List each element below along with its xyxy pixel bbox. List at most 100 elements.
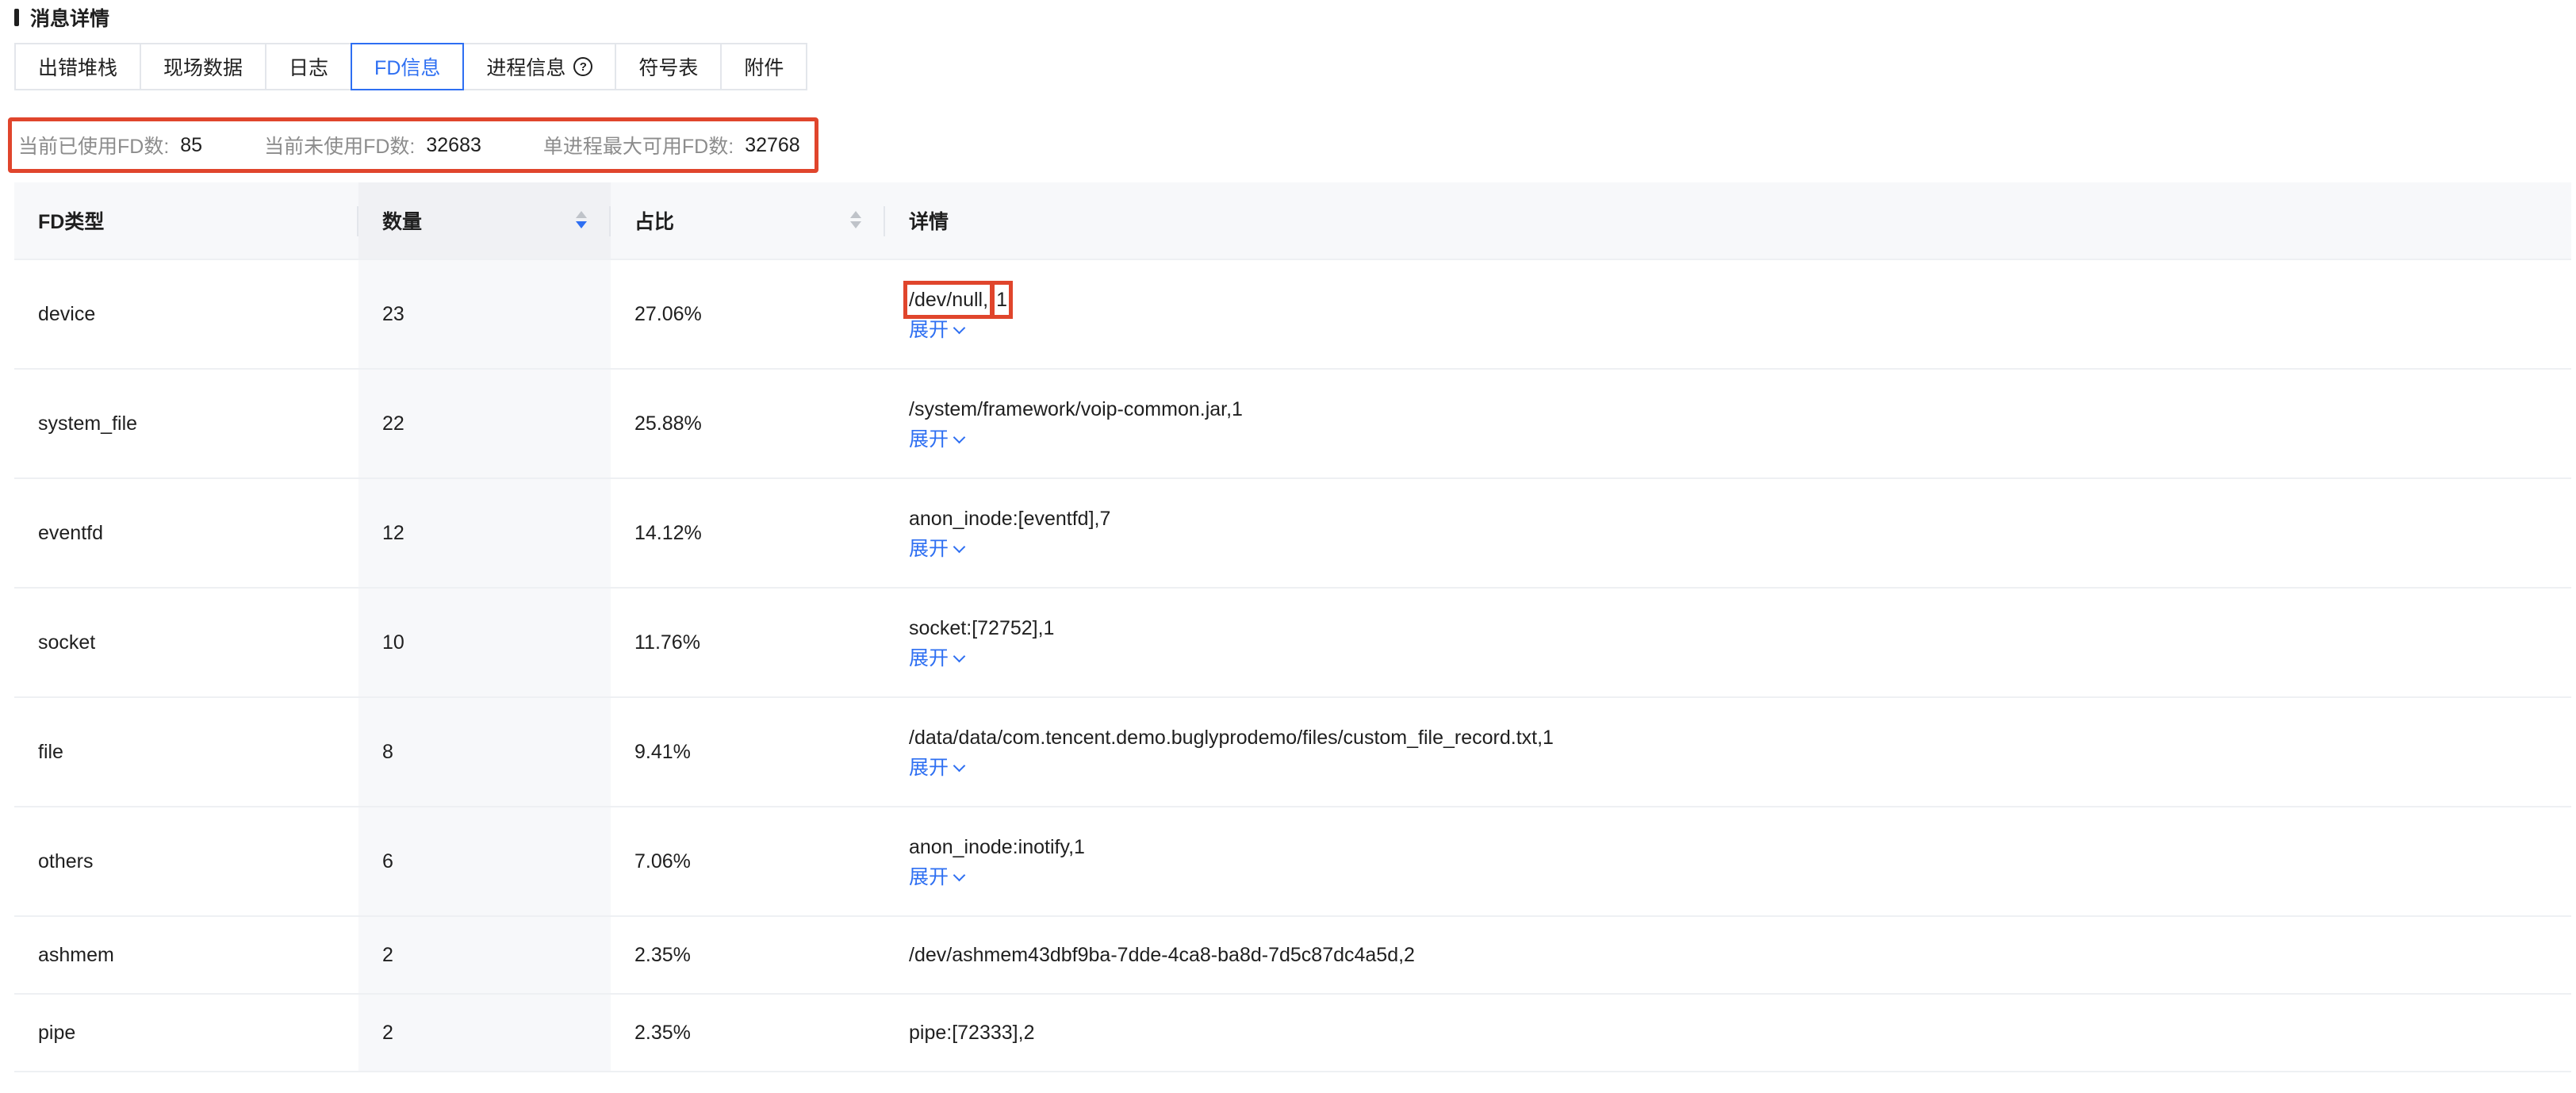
expand-label: 展开 [909,319,949,341]
sort-ascending-icon [850,211,861,218]
tab-log[interactable]: 日志 [265,43,353,90]
tab-label: 日志 [289,57,329,79]
fd-stats-summary: 当前已使用FD数: 85 当前未使用FD数: 32683 单进程最大可用FD数:… [8,117,818,173]
fd-used-value: 85 [180,133,203,156]
tab-label: 附件 [744,57,784,79]
fd-unused-label: 当前未使用FD数: [264,136,416,158]
detail-text: socket:[72752],1 [909,617,1055,639]
cell-ratio: 2.35% [634,943,691,966]
expand-label: 展开 [909,866,949,888]
sort-ascending-icon [576,211,587,218]
expand-link[interactable]: 展开 [909,537,966,561]
header-ratio[interactable]: 占比 [611,182,885,259]
detail-text: anon_inode:[eventfd],7 [909,508,1111,530]
detail-count-highlight: 1 [991,281,1013,319]
fd-used-stat: 当前已使用FD数: 85 [18,131,202,159]
tab-scene-data[interactable]: 现场数据 [140,43,267,90]
expand-link[interactable]: 展开 [909,428,966,451]
tab-error-stack[interactable]: 出错堆栈 [14,43,142,90]
expand-link[interactable]: 展开 [909,646,966,670]
chevron-down-icon [953,869,966,881]
cell-detail: /system/framework/voip-common.jar,1 展开 [885,370,2571,477]
fd-max-label: 单进程最大可用FD数: [542,136,734,158]
tab-label: 现场数据 [163,57,243,79]
cell-fd-type: others [38,849,94,872]
header-label: 占比 [634,211,675,233]
sort-icon[interactable] [576,211,587,228]
detail-path: /dev/null [909,289,983,311]
detail-text: pipe:[72333],2 [909,1022,1035,1044]
fd-used-label: 当前已使用FD数: [18,136,170,158]
cell-ratio: 25.88% [634,412,702,435]
section-title: 消息详情 [14,3,109,32]
highlight-gap [988,286,996,313]
header-label: 数量 [382,211,423,233]
table-row: pipe 2 2.35% pipe:[72333],2 [14,995,2571,1072]
cell-ratio: 2.35% [634,1021,691,1044]
table-row: eventfd 12 14.12% anon_inode:[eventfd],7… [14,479,2571,589]
expand-label: 展开 [909,757,949,779]
cell-ratio: 11.76% [634,631,700,654]
sort-icon[interactable] [850,211,861,228]
chevron-down-icon [953,321,966,334]
cell-ratio: 14.12% [634,521,702,544]
table-header-row: FD类型 数量 占比 详情 [14,182,2571,260]
cell-fd-type: ashmem [38,943,114,966]
fd-unused-value: 32683 [426,133,481,156]
cell-fd-type: device [38,302,96,325]
section-title-bar [14,9,19,26]
cell-detail: /dev/ashmem43dbf9ba-7dde-4ca8-ba8d-7d5c8… [885,917,2571,993]
cell-ratio: 7.06% [634,849,691,872]
cell-ratio: 9.41% [634,740,691,763]
cell-count: 22 [358,370,611,477]
cell-detail: anon_inode:[eventfd],7 展开 [885,479,2571,587]
expand-link[interactable]: 展开 [909,756,966,780]
expand-label: 展开 [909,538,949,560]
detail-path-highlight: /dev/null, [903,281,995,319]
header-label: 详情 [909,211,949,233]
cell-fd-type: socket [38,631,96,654]
header-count[interactable]: 数量 [358,182,611,259]
tab-label: FD信息 [374,57,441,79]
cell-count: 2 [358,995,611,1071]
cell-count: 8 [358,698,611,806]
cell-count: 12 [358,479,611,587]
fd-max-value: 32768 [745,133,800,156]
question-circle-icon[interactable]: ? [573,57,593,76]
detail-text: /dev/ashmem43dbf9ba-7dde-4ca8-ba8d-7d5c8… [909,944,1415,966]
cell-fd-type: eventfd [38,521,104,544]
expand-label: 展开 [909,647,949,669]
tab-label: 出错堆栈 [38,57,118,79]
table-body: device 23 27.06% /dev/null, 1 展开 system_f… [14,260,2571,1072]
tab-label: 符号表 [638,57,699,79]
tab-process-info[interactable]: 进程信息 ? [462,43,617,90]
chevron-down-icon [953,431,966,443]
chevron-down-icon [953,759,966,772]
tab-attachments[interactable]: 附件 [720,43,808,90]
tab-label: 进程信息 [486,57,566,79]
cell-detail: pipe:[72333],2 [885,995,2571,1071]
cell-detail: anon_inode:inotify,1 展开 [885,807,2571,915]
cell-count: 6 [358,807,611,915]
cell-count: 2 [358,917,611,993]
header-fd-type: FD类型 [14,182,358,259]
detail-text: /system/framework/voip-common.jar,1 [909,398,1243,420]
table-row: ashmem 2 2.35% /dev/ashmem43dbf9ba-7dde-… [14,917,2571,995]
table-row: socket 10 11.76% socket:[72752],1 展开 [14,589,2571,698]
tab-fd-info[interactable]: FD信息 [351,43,465,90]
header-label: FD类型 [38,211,105,233]
detail-text: /data/data/com.tencent.demo.buglyprodemo… [909,727,1554,749]
tab-symbol-table[interactable]: 符号表 [615,43,723,90]
fd-table: FD类型 数量 占比 详情 device 23 27.06% /dev/null… [14,182,2571,1072]
expand-link[interactable]: 展开 [909,318,966,342]
cell-ratio: 27.06% [634,302,702,325]
header-detail: 详情 [885,182,2571,259]
cell-fd-type: file [38,740,63,763]
sort-descending-icon [850,221,861,228]
cell-detail: /dev/null, 1 展开 [885,260,2571,368]
fd-unused-stat: 当前未使用FD数: 32683 [264,131,481,159]
sort-descending-icon [576,221,587,228]
cell-count: 23 [358,260,611,368]
expand-link[interactable]: 展开 [909,865,966,889]
cell-count: 10 [358,589,611,696]
